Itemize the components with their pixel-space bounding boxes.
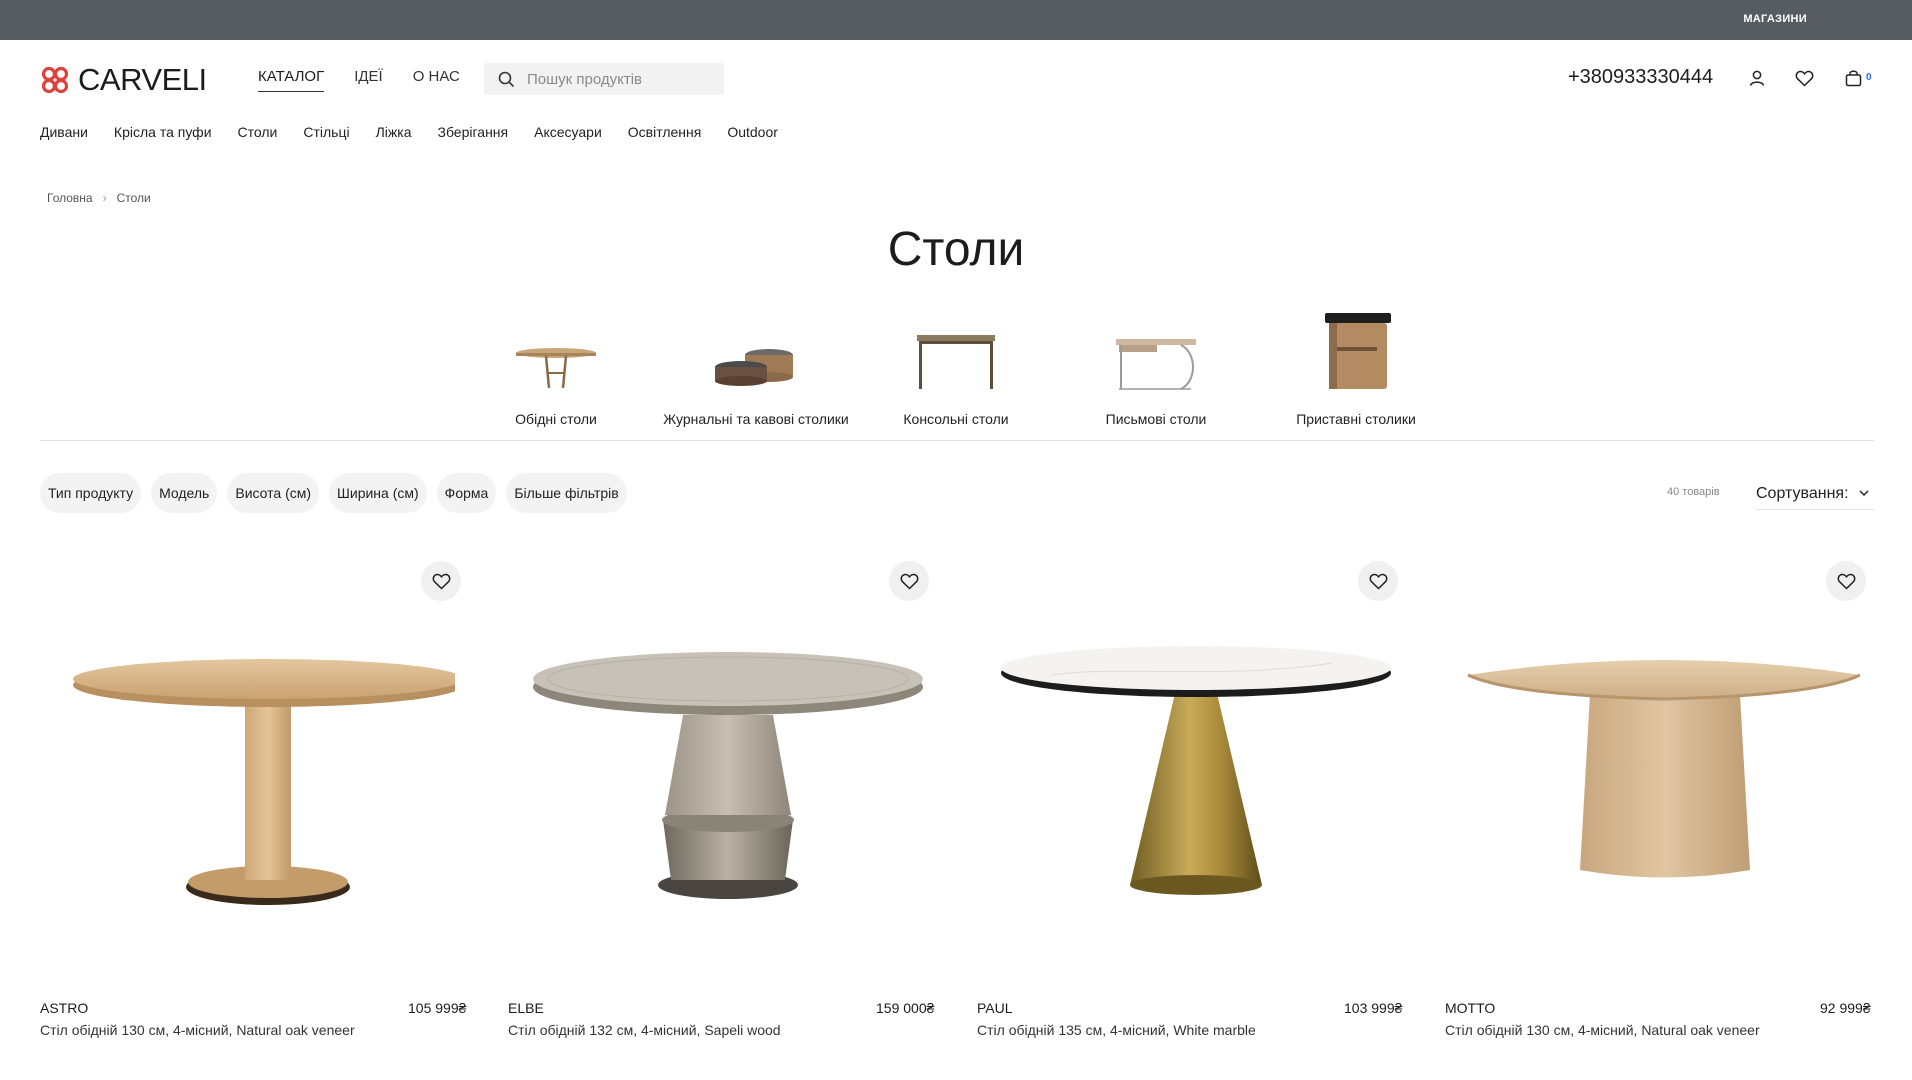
category-lighting[interactable]: Освітлення bbox=[628, 124, 702, 140]
filter-shape[interactable]: Форма bbox=[436, 473, 497, 513]
section-divider bbox=[40, 440, 1874, 441]
page-title: Столи bbox=[887, 223, 1025, 276]
heart-icon[interactable] bbox=[889, 561, 929, 601]
heart-icon[interactable] bbox=[1358, 561, 1398, 601]
account-icon[interactable] bbox=[1746, 67, 1768, 89]
sort-dropdown[interactable]: Сортування: bbox=[1756, 478, 1874, 510]
breadcrumb-current: Столи bbox=[116, 191, 151, 205]
category-tables[interactable]: Столи bbox=[238, 124, 278, 140]
product-description: Стіл обідній 130 см, 4-місний, Natural o… bbox=[40, 1022, 355, 1038]
filter-model[interactable]: Модель bbox=[151, 473, 218, 513]
subcategory-label: Письмові столи bbox=[1105, 411, 1207, 427]
phone-number[interactable]: +380933330444 bbox=[1568, 66, 1713, 89]
cart-count-badge: 0 bbox=[1866, 72, 1872, 83]
product-description: Стіл обідній 130 см, 4-місний, Natural o… bbox=[1445, 1022, 1760, 1038]
main-nav: КАТАЛОГ ІДЕЇ О НАС bbox=[258, 68, 490, 92]
category-chairs[interactable]: Стільці bbox=[303, 124, 349, 140]
product-card[interactable]: PAUL 103 999₴ Стіл обідній 135 см, 4-міс… bbox=[977, 560, 1407, 1040]
subcategory-label: Обідні столи bbox=[515, 411, 597, 427]
product-image[interactable] bbox=[1445, 610, 1875, 940]
console-table-thumb bbox=[906, 305, 1006, 393]
product-card[interactable]: ASTRO 105 999₴ Стіл обідній 130 см, 4-мі… bbox=[40, 560, 470, 1040]
category-storage[interactable]: Зберігання bbox=[437, 124, 508, 140]
product-description: Стіл обідній 132 см, 4-місний, Sapeli wo… bbox=[508, 1022, 781, 1038]
filter-more[interactable]: Більше фільтрів bbox=[506, 473, 627, 513]
subcategory-desks[interactable]: Письмові столи bbox=[1056, 305, 1256, 427]
side-table-thumb bbox=[1306, 305, 1406, 393]
dining-table-thumb bbox=[506, 305, 606, 393]
product-price: 103 999₴ bbox=[1344, 1000, 1403, 1016]
nav-about[interactable]: О НАС bbox=[413, 68, 460, 92]
header: CARVELI КАТАЛОГ ІДЕЇ О НАС +380933330444… bbox=[0, 40, 1912, 115]
subcategory-coffee-tables[interactable]: Журнальні та кавові столики bbox=[656, 305, 856, 427]
logo[interactable]: CARVELI bbox=[40, 62, 207, 98]
subcategory-dining-tables[interactable]: Обідні столи bbox=[456, 305, 656, 427]
heart-icon[interactable] bbox=[1826, 561, 1866, 601]
cart-icon[interactable] bbox=[1842, 67, 1864, 89]
filter-height[interactable]: Висота (см) bbox=[227, 473, 320, 513]
subcategory-list: Обідні столи Журнальні та кавові столики… bbox=[0, 305, 1912, 427]
desk-thumb bbox=[1106, 305, 1206, 393]
subcategory-label: Консольні столи bbox=[903, 411, 1009, 427]
chevron-down-icon bbox=[1858, 490, 1869, 497]
product-card[interactable]: ELBE 159 000₴ Стіл обідній 132 см, 4-міс… bbox=[508, 560, 938, 1040]
filter-bar: Тип продукту Модель Висота (см) Ширина (… bbox=[40, 473, 637, 513]
breadcrumb: Головна › Столи bbox=[47, 191, 151, 205]
product-grid: ASTRO 105 999₴ Стіл обідній 130 см, 4-мі… bbox=[40, 560, 1874, 1040]
product-image[interactable] bbox=[977, 610, 1407, 940]
product-name[interactable]: PAUL bbox=[977, 1000, 1013, 1016]
subcategory-label: Журнальні та кавові столики bbox=[663, 411, 849, 427]
sort-label: Сортування: bbox=[1756, 484, 1849, 502]
heart-icon[interactable] bbox=[421, 561, 461, 601]
top-bar: МАГАЗИНИ bbox=[0, 0, 1912, 40]
subcategory-side-tables[interactable]: Приставні столики bbox=[1256, 305, 1456, 427]
stores-link[interactable]: МАГАЗИНИ bbox=[1743, 13, 1807, 25]
chevron-right-icon: › bbox=[102, 191, 107, 205]
product-image[interactable] bbox=[40, 610, 470, 940]
product-card[interactable]: MOTTO 92 999₴ Стіл обідній 130 см, 4-міс… bbox=[1445, 560, 1875, 1040]
category-beds[interactable]: Ліжка bbox=[376, 124, 412, 140]
filter-width[interactable]: Ширина (см) bbox=[329, 473, 427, 513]
product-name[interactable]: MOTTO bbox=[1445, 1000, 1495, 1016]
subcategory-console-tables[interactable]: Консольні столи bbox=[856, 305, 1056, 427]
product-name[interactable]: ELBE bbox=[508, 1000, 544, 1016]
product-price: 105 999₴ bbox=[408, 1000, 467, 1016]
product-description: Стіл обідній 135 см, 4-місний, White mar… bbox=[977, 1022, 1256, 1038]
search-input[interactable] bbox=[527, 70, 707, 88]
search-icon[interactable] bbox=[498, 71, 515, 88]
brand-name: CARVELI bbox=[78, 62, 207, 97]
nav-ideas[interactable]: ІДЕЇ bbox=[354, 68, 383, 92]
coffee-table-thumb bbox=[706, 305, 806, 393]
brand-mark-icon bbox=[41, 66, 69, 94]
breadcrumb-home[interactable]: Головна bbox=[47, 191, 93, 205]
category-accessories[interactable]: Аксесуари bbox=[534, 124, 602, 140]
category-armchairs[interactable]: Крісла та пуфи bbox=[114, 124, 212, 140]
filter-product-type[interactable]: Тип продукту bbox=[40, 473, 142, 513]
product-name[interactable]: ASTRO bbox=[40, 1000, 88, 1016]
search-box bbox=[484, 63, 724, 95]
product-price: 159 000₴ bbox=[876, 1000, 935, 1016]
results-count: 40 товарів bbox=[1667, 486, 1720, 498]
nav-catalog[interactable]: КАТАЛОГ bbox=[258, 68, 325, 92]
subcategory-label: Приставні столики bbox=[1296, 411, 1416, 427]
category-nav: Дивани Крісла та пуфи Столи Стільці Ліжк… bbox=[40, 124, 804, 140]
category-outdoor[interactable]: Outdoor bbox=[727, 124, 778, 140]
category-sofas[interactable]: Дивани bbox=[40, 124, 88, 140]
product-price: 92 999₴ bbox=[1820, 1000, 1871, 1016]
product-image[interactable] bbox=[508, 610, 938, 940]
wishlist-icon[interactable] bbox=[1793, 67, 1815, 89]
